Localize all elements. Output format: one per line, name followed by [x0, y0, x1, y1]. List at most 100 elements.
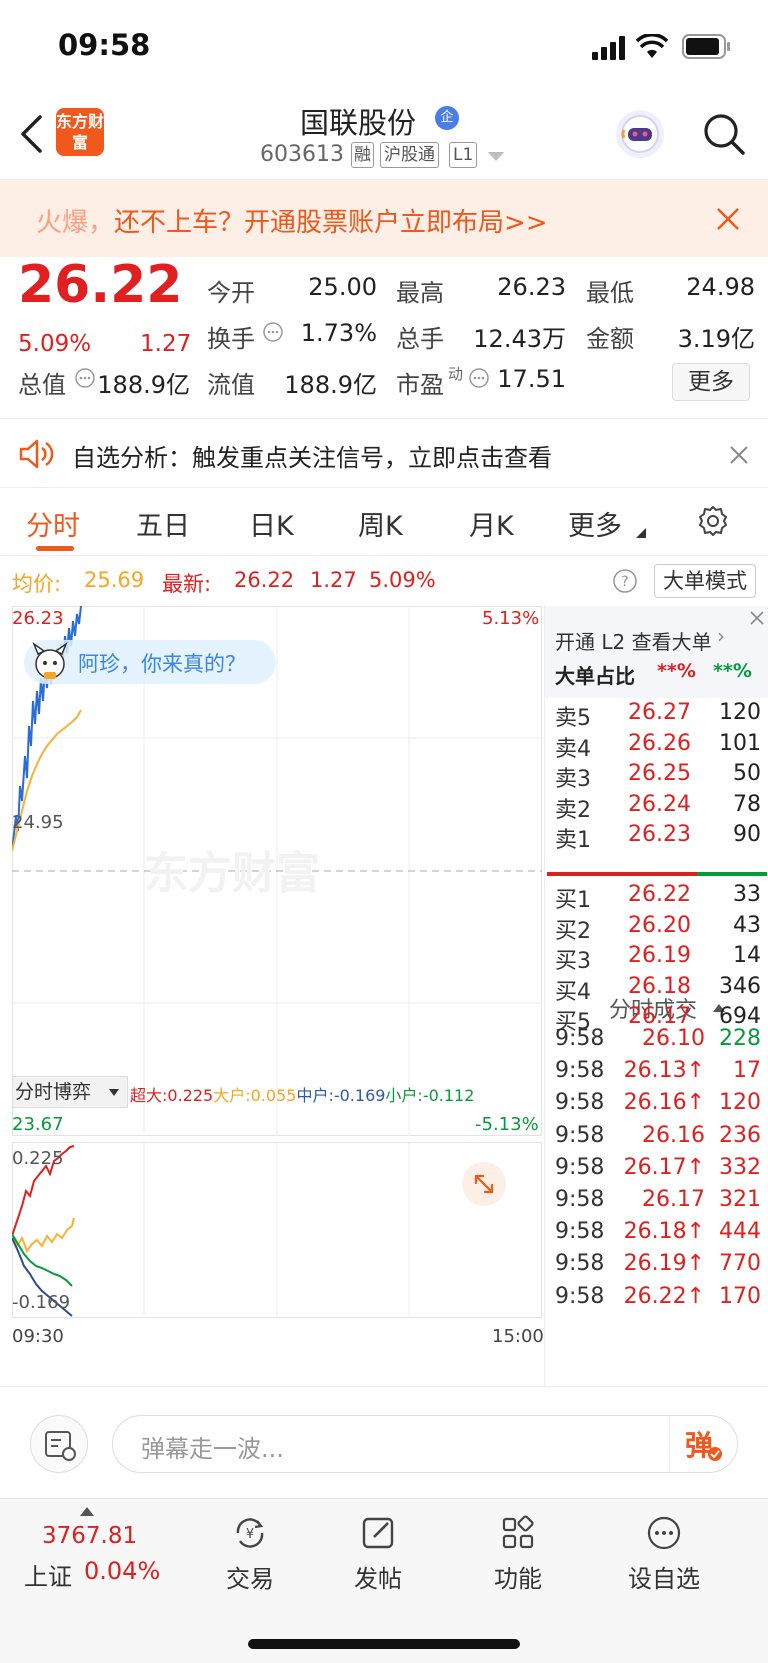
nav-trade[interactable]: ¥ 交易: [190, 1513, 310, 1594]
info-icon[interactable]: [74, 367, 96, 389]
back-icon[interactable]: [18, 114, 44, 154]
info-icon[interactable]: [262, 321, 284, 343]
intraday-chart[interactable]: 东方财富 26.23 24.95 23.67 5.13% -5.13% 阿珍，你…: [12, 606, 544, 1386]
caret-down-icon[interactable]: [488, 152, 504, 162]
close-icon[interactable]: [749, 610, 765, 626]
bid-volume: 346: [719, 973, 761, 999]
svg-text:?: ?: [621, 574, 628, 590]
market-cap-label: 总值: [18, 371, 66, 399]
settings-gear-icon[interactable]: [696, 504, 730, 538]
app-logo[interactable]: 东方财富: [56, 108, 104, 156]
float-cap-label: 流值: [207, 371, 255, 399]
order-book-panel: 开通 L2 查看大单 › 大单占比 **% **% 分时成交 卖5 26.27 12…: [544, 606, 768, 1386]
nav-add-watchlist[interactable]: 设自选: [604, 1513, 724, 1594]
last-pct: 5.09%: [369, 568, 436, 592]
tick-row: 9:58 26.17↑ 332: [545, 1155, 768, 1185]
last-label: 最新:: [162, 572, 212, 596]
ask-row: 卖3 26.25 50: [545, 761, 768, 792]
tick-time: 9:58: [555, 1122, 605, 1148]
bid-volume: 43: [733, 912, 761, 938]
help-icon[interactable]: ?: [612, 568, 638, 594]
close-icon[interactable]: [730, 446, 748, 464]
tick-price: 26.18↑: [623, 1219, 705, 1245]
analysis-notice[interactable]: 自选分析：触发重点关注信号，立即点击查看: [0, 418, 768, 488]
nav-post-label: 发帖: [354, 1565, 402, 1593]
danmu-settings-button[interactable]: [30, 1415, 88, 1473]
float-cap-value: 188.9亿: [284, 371, 377, 399]
trade-icon: ¥: [236, 1518, 264, 1548]
expand-button[interactable]: [462, 1162, 506, 1206]
tick-volume: 444: [719, 1219, 761, 1245]
tag-connect: 沪股通: [380, 142, 439, 168]
danmu-bar: 弹幕走一波... 弹: [0, 1386, 768, 1498]
tab-daily-k[interactable]: 日K: [249, 504, 294, 543]
sub-top-label: 0.225: [12, 1148, 64, 1169]
y-mid-label: 24.95: [12, 812, 64, 833]
account-promo-banner[interactable]: 火爆， 还不上车？开通股票账户立即布局>>: [0, 180, 768, 257]
tick-volume: 332: [719, 1154, 761, 1180]
tab-weekly-k[interactable]: 周K: [358, 504, 403, 543]
volume-label: 总手: [396, 325, 444, 353]
ask-volume: 101: [719, 730, 761, 756]
low-value: 24.98: [686, 273, 755, 301]
search-icon[interactable]: [702, 112, 746, 156]
more-button[interactable]: 更多: [672, 363, 750, 401]
amount-label: 金额: [586, 325, 634, 353]
index-value[interactable]: 3767.81: [42, 1523, 137, 1549]
sub-bottom-label: -0.169: [12, 1292, 71, 1313]
bottom-nav: 3767.81 上证 0.04% ¥ 交易 发帖 功能 设自选: [0, 1498, 768, 1663]
sub-chart-select[interactable]: 分时博弈: [12, 1076, 128, 1108]
tab-more[interactable]: 更多: [568, 504, 622, 543]
pe-dynamic-sup: 动: [448, 365, 464, 383]
change-pct: 5.09%: [18, 331, 92, 357]
open-value: 25.00: [308, 273, 377, 301]
tick-row: 9:58 26.19↑ 770: [545, 1251, 768, 1281]
tick-time: 9:58: [555, 1058, 605, 1084]
tab-intraday[interactable]: 分时: [26, 504, 80, 543]
legend-medium-value: -0.169: [333, 1086, 386, 1105]
ask-price: 26.23: [628, 822, 691, 847]
tick-time: 9:58: [555, 1219, 605, 1245]
bid-volume: 33: [733, 882, 761, 907]
low-label: 最低: [586, 279, 634, 307]
bid-volume: 14: [733, 943, 761, 968]
quote-panel: 26.22 5.09% 1.27 今开 25.00 最高 26.23 最低 24…: [0, 255, 768, 417]
bid-price: 26.20: [628, 912, 691, 938]
nav-post[interactable]: 发帖: [318, 1513, 438, 1594]
index-up-caret-icon: [80, 1507, 94, 1516]
l2-promo[interactable]: 开通 L2 查看大单 › 大单占比 **% **%: [545, 606, 768, 698]
large-line: [12, 1217, 75, 1254]
tick-time: 9:58: [555, 1090, 605, 1116]
danmu-bubble[interactable]: 阿珍，你来真的？: [24, 640, 276, 684]
tick-time: 9:58: [555, 1187, 605, 1212]
ask-row: 卖1 26.23 90: [545, 822, 768, 853]
index-name[interactable]: 上证: [24, 1557, 72, 1592]
nav-function[interactable]: 功能: [458, 1513, 578, 1594]
expand-icon: [474, 1174, 494, 1194]
tab-monthly-k[interactable]: 月K: [469, 504, 514, 543]
last-value: 26.22: [234, 568, 295, 592]
nav-trade-label: 交易: [226, 1565, 274, 1593]
close-icon[interactable]: [716, 207, 740, 231]
ratio-label: 大单占比: [555, 664, 635, 688]
legend-large-value: 0.055: [250, 1086, 297, 1105]
tab-five-day[interactable]: 五日: [136, 504, 190, 543]
cartoon-avatar-icon: [32, 642, 68, 679]
speaker-icon: [19, 439, 54, 469]
ratio-green: **%: [713, 660, 752, 682]
robot-assistant-icon[interactable]: [616, 110, 664, 158]
tick-volume: 770: [719, 1251, 761, 1277]
bid-price: 26.19: [628, 943, 691, 968]
last-price: 26.22: [18, 255, 183, 315]
danmu-input[interactable]: 弹幕走一波... 弹: [112, 1415, 738, 1473]
y-top-label: 26.23: [12, 608, 64, 629]
tick-volume: 236: [719, 1122, 761, 1148]
info-icon[interactable]: [468, 367, 490, 389]
amount-value: 3.19亿: [677, 325, 755, 353]
big-order-mode-button[interactable]: 大单模式: [654, 564, 756, 598]
ask-row: 卖2 26.24 78: [545, 792, 768, 823]
buy-ratio-bar: [697, 872, 767, 876]
index-pct[interactable]: 0.04%: [84, 1557, 160, 1585]
tick-price: 26.22↑: [623, 1283, 705, 1309]
ask-price: 26.27: [628, 700, 691, 725]
